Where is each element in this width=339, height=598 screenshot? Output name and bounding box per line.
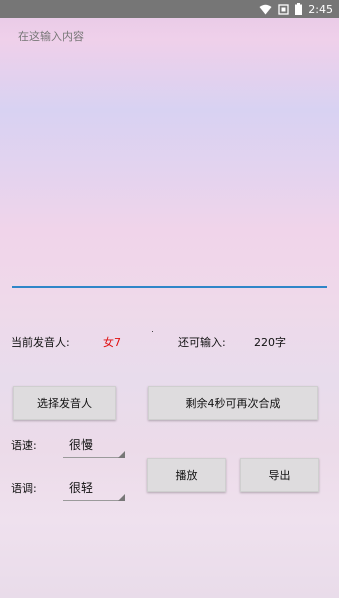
status-icons: 2:45 [259,0,333,18]
tone-label: 语调: [11,482,37,495]
app-screen: 2:45 当前发音人: 女7 还可输入: 220字 选择发音人 剩余4秒可再次合… [0,0,339,598]
screenshot-icon [278,3,289,15]
tone-selected: 很轻 [69,480,94,495]
remaining-label: 还可输入: [178,336,226,349]
speed-select[interactable]: 很慢 [63,430,125,458]
dropdown-arrow-icon [118,451,125,458]
play-button[interactable]: 播放 [147,458,226,492]
speed-label: 语速: [11,439,37,452]
wifi-icon [259,4,272,14]
text-input[interactable] [12,28,327,288]
divider-dot [152,331,153,332]
export-button[interactable]: 导出 [240,458,319,492]
dropdown-arrow-icon [118,494,125,501]
remaining-value: 220字 [254,336,286,349]
tone-underline [63,500,125,501]
tone-select[interactable]: 很轻 [63,473,125,501]
speaker-label: 当前发音人: [11,336,70,349]
clock: 2:45 [308,2,333,16]
speed-underline [63,457,125,458]
synthesize-button[interactable]: 剩余4秒可再次合成 [148,386,318,420]
speed-selected: 很慢 [69,437,94,452]
select-speaker-button[interactable]: 选择发音人 [13,386,116,420]
battery-icon [295,3,303,15]
status-bar: 2:45 [0,0,339,18]
speaker-value: 女7 [103,336,121,349]
